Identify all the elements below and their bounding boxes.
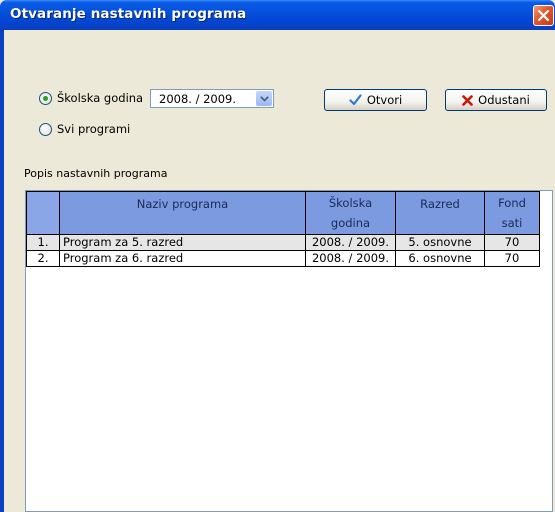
open-button-label: Otvori — [366, 93, 403, 107]
table-row[interactable]: 1. Program za 5. razred 2008. / 2009. 5.… — [26, 234, 540, 251]
row-number: 1. — [26, 234, 60, 251]
cancel-x-icon — [462, 94, 473, 106]
program-table: Naziv programa Školska godina Razred Fon… — [26, 191, 540, 267]
school-year-cell: 2008. / 2009. — [305, 250, 396, 267]
school-year-select-value: 2008. / 2009. — [159, 92, 237, 106]
checkmark-icon — [349, 94, 362, 106]
all-programs-radio-label: Svi programi — [57, 122, 131, 136]
column-header-hours[interactable]: Fond sati — [484, 191, 540, 235]
program-list-grid[interactable]: Naziv programa Školska godina Razred Fon… — [25, 190, 553, 512]
program-name-cell: Program za 6. razred — [59, 250, 306, 267]
all-programs-radio-option[interactable]: Svi programi — [39, 122, 130, 136]
close-icon — [537, 9, 550, 22]
chevron-down-icon — [260, 96, 269, 102]
column-header-sublabel: godina — [330, 216, 371, 230]
all-programs-radio[interactable] — [39, 122, 52, 136]
dialog-window: Otvaranje nastavnih programa Školska god… — [0, 0, 555, 512]
cancel-button-label: Odustani — [478, 93, 530, 107]
school-year-cell: 2008. / 2009. — [305, 234, 396, 251]
window-title: Otvaranje nastavnih programa — [10, 6, 247, 22]
school-year-select[interactable]: 2008. / 2009. — [150, 89, 274, 108]
column-header-grade[interactable]: Razred — [395, 191, 485, 235]
title-bar[interactable]: Otvaranje nastavnih programa — [0, 0, 555, 30]
grade-cell: 5. osnovne — [395, 234, 485, 251]
dialog-body: Školska godina 2008. / 2009. Svi program… — [4, 30, 555, 512]
column-header-program-name[interactable]: Naziv programa — [59, 191, 306, 235]
close-button[interactable] — [533, 5, 554, 26]
open-button[interactable]: Otvori — [324, 89, 427, 111]
school-year-radio[interactable] — [39, 91, 52, 105]
column-header-label: Fond — [498, 196, 526, 210]
cancel-button[interactable]: Odustani — [445, 89, 547, 111]
table-header-row: Naziv programa Školska godina Razred Fon… — [26, 191, 540, 235]
row-number: 2. — [26, 250, 60, 267]
hours-cell: 70 — [484, 234, 540, 251]
table-row[interactable]: 2. Program za 6. razred 2008. / 2009. 6.… — [26, 250, 540, 267]
column-header-index[interactable] — [26, 191, 60, 235]
grade-cell: 6. osnovne — [395, 250, 485, 267]
column-header-school-year[interactable]: Školska godina — [305, 191, 396, 235]
program-name-cell: Program za 5. razred — [59, 234, 306, 251]
school-year-radio-label: Školska godina — [57, 91, 144, 105]
column-header-label: Naziv programa — [136, 197, 229, 211]
column-header-label: Školska — [328, 196, 373, 210]
dropdown-button[interactable] — [256, 91, 272, 106]
column-header-sublabel: sati — [501, 216, 523, 230]
column-header-label: Razred — [420, 197, 460, 211]
program-list-label: Popis nastavnih programa — [24, 167, 168, 180]
hours-cell: 70 — [484, 250, 540, 267]
school-year-radio-option[interactable]: Školska godina — [39, 91, 143, 105]
